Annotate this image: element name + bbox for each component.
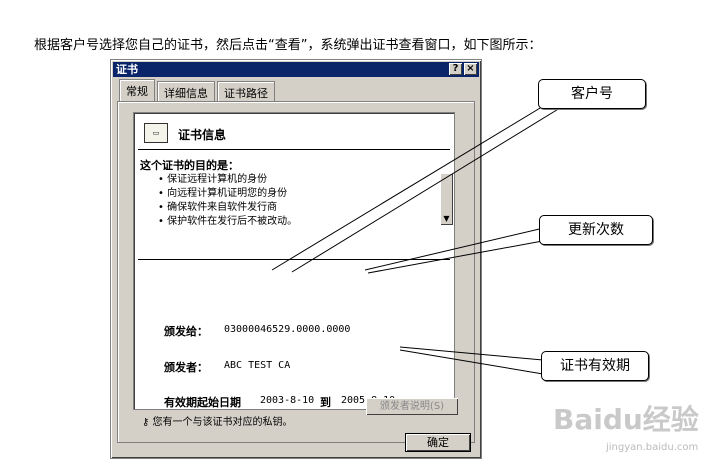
leader-line-renewal-b <box>367 239 549 274</box>
callout-renewal-count: 更新次数 <box>539 215 653 245</box>
leader-line-customer-no-b <box>291 107 561 273</box>
watermark-url: jingyan.baidu.com <box>606 442 699 453</box>
callout-customer-no: 客户号 <box>538 79 646 109</box>
callout-validity: 证书有效期 <box>541 351 649 381</box>
leader-line-customer-no-a <box>271 95 561 271</box>
baidu-watermark: Baidu经验 <box>553 403 699 436</box>
leader-line-renewal-a <box>364 226 549 271</box>
